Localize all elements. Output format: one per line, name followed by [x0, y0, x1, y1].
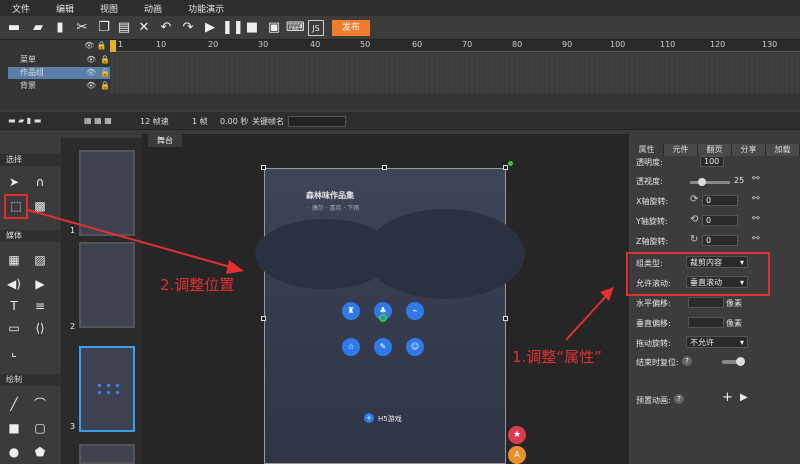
z-rotation-input[interactable]: 0 — [702, 235, 738, 246]
perspective-slider[interactable] — [690, 181, 730, 184]
highlight-box-properties — [626, 252, 770, 296]
help-icon[interactable]: ? — [674, 394, 684, 404]
reset-toggle-knob[interactable] — [736, 357, 745, 366]
add-animation-icon[interactable]: + — [722, 390, 733, 405]
reset-on-end-label: 结束时复位: — [636, 358, 679, 367]
v-offset-input[interactable] — [688, 317, 724, 328]
h-offset-label: 水平偏移: — [636, 299, 671, 308]
drag-rotate-label: 拖动旋转: — [636, 339, 671, 348]
v-offset-label: 垂直偏移: — [636, 319, 671, 328]
opacity-input[interactable]: 100 — [700, 156, 724, 167]
x-rotation-input[interactable]: 0 — [702, 195, 738, 206]
opacity-label: 透明度: — [636, 158, 663, 167]
preset-animation-label: 预置动画: — [636, 396, 671, 405]
y-rotate-icon: ⟲ — [690, 214, 699, 225]
link-icon[interactable]: ⚯ — [752, 214, 760, 224]
tab-share[interactable]: 分享 — [732, 144, 766, 156]
annotation-adjust-properties: 1.调整“属性” — [512, 348, 602, 366]
link-icon[interactable]: ⚯ — [752, 194, 760, 204]
tab-properties[interactable]: 属性 — [630, 144, 664, 156]
tab-paging[interactable]: 翻页 — [698, 144, 732, 156]
z-rotate-icon: ↻ — [690, 234, 699, 245]
v-offset-unit: 像素 — [726, 319, 742, 328]
link-icon[interactable]: ⚯ — [752, 174, 760, 184]
link-icon[interactable]: ⚯ — [752, 234, 760, 244]
tab-load[interactable]: 加载 — [766, 144, 800, 156]
h-offset-unit: 像素 — [726, 299, 742, 308]
perspective-knob[interactable] — [698, 178, 706, 186]
y-rotation-label: Y轴旋转: — [636, 217, 668, 226]
tab-symbols[interactable]: 元件 — [664, 144, 698, 156]
help-icon[interactable]: ? — [682, 356, 692, 366]
h-offset-input[interactable] — [688, 297, 724, 308]
x-rotate-icon: ⟳ — [690, 194, 699, 205]
perspective-value: 25 — [734, 176, 745, 185]
drag-rotate-select[interactable]: 不允许 — [686, 336, 748, 348]
perspective-label: 透视度: — [636, 177, 663, 186]
play-animation-icon[interactable]: ▶ — [740, 392, 748, 403]
annotation-adjust-position: 2.调整位置 — [160, 276, 235, 294]
x-rotation-label: X轴旋转: — [636, 197, 669, 206]
z-rotation-label: Z轴旋转: — [636, 237, 669, 246]
y-rotation-input[interactable]: 0 — [702, 215, 738, 226]
